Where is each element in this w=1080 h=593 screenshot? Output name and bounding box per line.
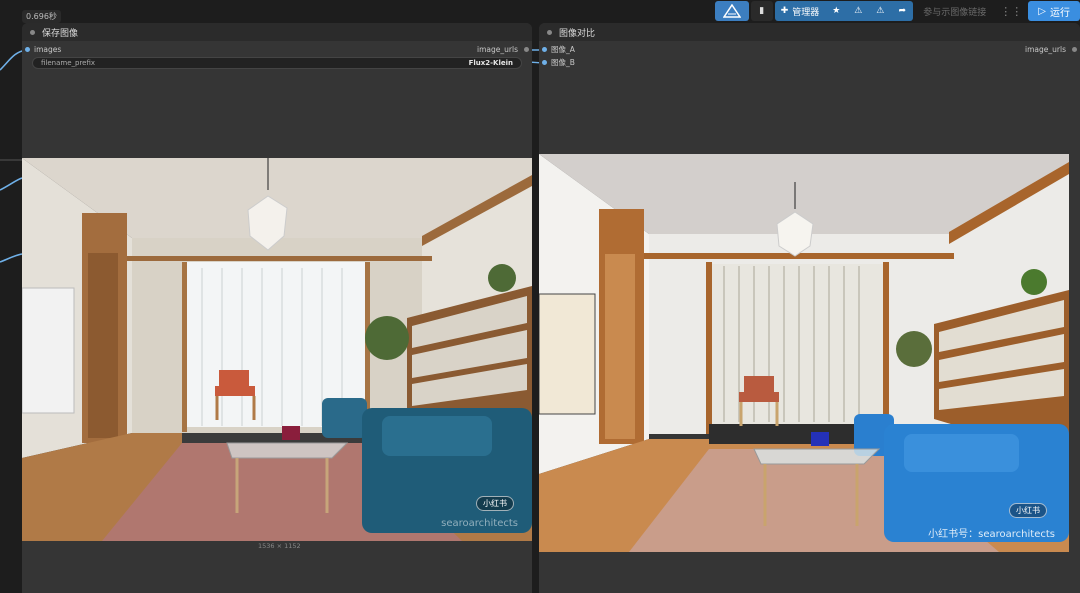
manager-button[interactable]: ✚ 管理器	[775, 1, 826, 21]
watermark-text: 小红书号：searoarchitects	[928, 529, 1055, 540]
image-urls-output-label: image_urls	[1025, 45, 1066, 54]
share-icon: ➦	[898, 6, 907, 16]
output-image-preview[interactable]: 小红书 searoarchitects	[22, 158, 532, 541]
watermark-badge: 小红书	[476, 496, 514, 511]
node-title: 图像对比	[559, 28, 596, 39]
play-icon: ▷	[1038, 5, 1046, 17]
collapse-dot-icon[interactable]	[30, 29, 35, 35]
run-button[interactable]: ▷ 运行	[1028, 1, 1080, 21]
hint-text: 参与示图像链接	[923, 7, 987, 18]
images-input-socket[interactable]	[25, 47, 30, 52]
image-urls-output-socket[interactable]	[1072, 47, 1077, 52]
comparison-image-preview[interactable]: 小红书 小红书号：searoarchitects	[539, 154, 1069, 552]
bookmark-icon: ▮	[759, 6, 765, 16]
image-b-input-socket[interactable]	[542, 60, 547, 65]
image-urls-output-label: image_urls	[477, 45, 518, 54]
logo-icon	[722, 4, 741, 18]
image-a-label: 图像_A	[551, 45, 575, 54]
image-b-label: 图像_B	[551, 58, 575, 67]
image-size-label: 1536 × 1152	[258, 542, 301, 550]
watermark-text: searoarchitects	[441, 518, 518, 529]
grid-menu-icon[interactable]: ⋮⋮	[996, 5, 1026, 18]
living-room-photo	[22, 158, 532, 541]
images-socket-row: images image_urls	[22, 43, 532, 56]
node-title-bar[interactable]: 保存图像	[22, 23, 532, 41]
living-room-sketch	[539, 154, 1069, 552]
app-logo-button[interactable]	[714, 1, 749, 21]
filename-prefix-widget[interactable]: filename_prefix Flux2-Klein	[32, 57, 522, 69]
run-label: 运行	[1050, 7, 1070, 19]
node-title: 保存图像	[42, 28, 79, 39]
watermark-badge: 小红书	[1009, 503, 1047, 518]
image-a-socket-row: 图像_A image_urls	[539, 43, 1080, 56]
images-input-label: images	[34, 45, 62, 54]
top-toolbar: ▮ ✚ 管理器 ★ ⚠ ⚠ ➦ 参与示图像链接 ⋮⋮ ▷ 运行	[714, 0, 1080, 22]
manager-group: ✚ 管理器 ★ ⚠ ⚠ ➦	[774, 1, 914, 21]
image-a-input-socket[interactable]	[542, 47, 547, 52]
collapse-dot-icon[interactable]	[547, 29, 552, 35]
star-icon: ★	[832, 6, 841, 16]
filename-prefix-value: Flux2-Klein	[468, 59, 513, 67]
triangle-icon: ⚠	[854, 6, 863, 16]
execution-time-badge: 0.696秒	[22, 10, 61, 23]
triangle-alt-icon: ⚠	[876, 6, 885, 16]
bookmark-button[interactable]: ▮	[750, 1, 773, 21]
puzzle-icon: ✚	[780, 6, 789, 16]
save-image-node[interactable]: 保存图像 images image_urls filename_prefix F…	[22, 23, 532, 593]
model-a-button[interactable]: ⚠	[847, 1, 869, 21]
image-b-socket-row: 图像_B	[539, 56, 1080, 69]
image-compare-node[interactable]: 图像对比 图像_A image_urls 图像_B 小红书 小红书号：searo…	[539, 23, 1080, 593]
share-button[interactable]: ➦	[891, 1, 913, 21]
filename-prefix-label: filename_prefix	[41, 59, 96, 67]
star-button[interactable]: ★	[825, 1, 847, 21]
workflow-canvas[interactable]: 0.696秒 ▮ ✚ 管理器 ★ ⚠ ⚠ ➦ 参与示图像链接 ⋮⋮ ▷ 运行 保…	[0, 0, 1080, 593]
node-title-bar[interactable]: 图像对比	[539, 23, 1080, 41]
model-b-button[interactable]: ⚠	[869, 1, 891, 21]
manager-label: 管理器	[792, 7, 820, 18]
image-urls-output-socket[interactable]	[524, 47, 529, 52]
